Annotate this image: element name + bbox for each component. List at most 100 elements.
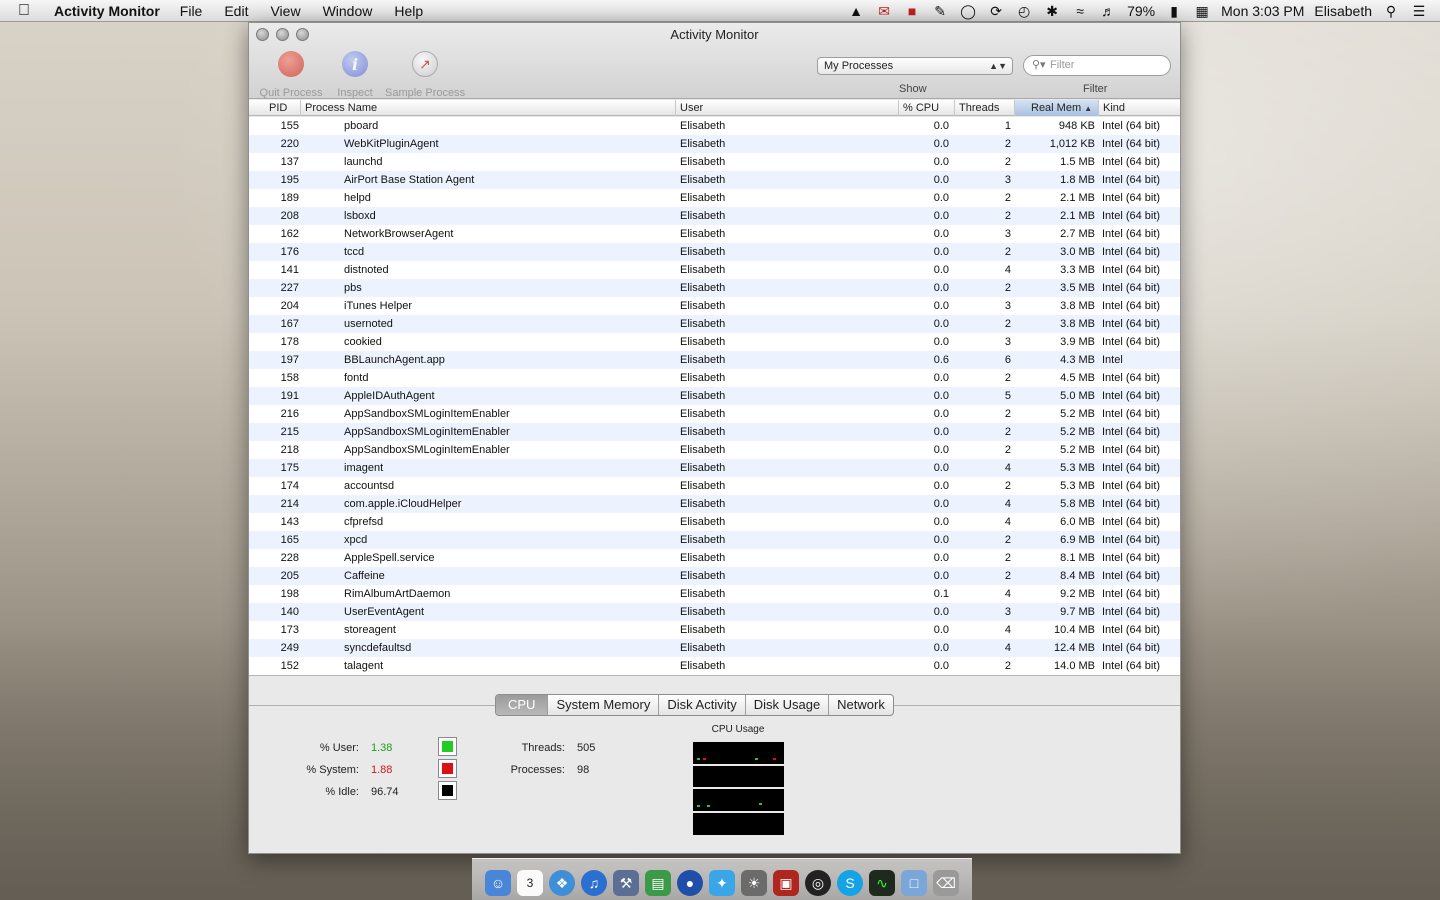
graph-mark [755, 758, 758, 760]
activity-monitor-icon[interactable]: ∿ [869, 870, 895, 896]
table-row[interactable]: 141 distnoted Elisabeth 0.0 4 3.3 MB Intel (64… [249, 261, 1180, 279]
menu-edit[interactable]: Edit [224, 3, 248, 19]
table-row[interactable]: 220 WebKitPluginAgent Elisabeth 0.0 2 1,012 K… [249, 135, 1180, 153]
google-drive-icon[interactable]: ▲ [847, 3, 865, 19]
notification-center-icon[interactable]: ☰ [1410, 3, 1428, 20]
table-row[interactable]: 173 storeagent Elisabeth 0.0 4 10.4 MB Intel (… [249, 621, 1180, 639]
notes-icon[interactable]: ✎ [931, 3, 949, 20]
system-color-swatch[interactable] [438, 759, 457, 778]
cell-pid: 158 [280, 372, 299, 384]
photo-booth-icon[interactable]: ▣ [773, 870, 799, 896]
sample-process-button[interactable]: ↗ Sample Process [385, 51, 465, 99]
xcode-icon[interactable]: ⚒ [613, 870, 639, 896]
sync-icon[interactable]: ⟳ [987, 3, 1005, 20]
cell-kind: Intel (64 bit) [1102, 552, 1161, 564]
table-row[interactable]: 174 accountsd Elisabeth 0.0 2 5.3 MB Intel (64… [249, 477, 1180, 495]
filter-input[interactable]: ⚲▾ Filter [1023, 55, 1171, 76]
wifi-icon[interactable]: ≈ [1071, 3, 1089, 19]
tab-network[interactable]: Network [829, 695, 893, 715]
column-user[interactable]: User [676, 100, 899, 116]
menu-help[interactable]: Help [394, 3, 423, 19]
cell-kind: Intel (64 bit) [1102, 534, 1161, 546]
menu-view[interactable]: View [270, 3, 300, 19]
table-row[interactable]: 198 RimAlbumArtDaemon Elisabeth 0.1 4 9.2 MB I… [249, 585, 1180, 603]
menu-app-name[interactable]: Activity Monitor [54, 3, 160, 19]
table-row[interactable]: 162 NetworkBrowserAgent Elisabeth 0.0 3 2.7 M… [249, 225, 1180, 243]
cell-process-name: pboard [344, 120, 379, 132]
table-row[interactable]: 152 talagent Elisabeth 0.0 2 14.0 MB Intel (64… [249, 657, 1180, 675]
tab-cpu[interactable]: CPU [496, 695, 549, 715]
table-row[interactable]: 167 usernoted Elisabeth 0.0 2 3.8 MB Intel (64… [249, 315, 1180, 333]
table-row[interactable]: 143 cfprefsd Elisabeth 0.0 4 6.0 MB Intel (64 … [249, 513, 1180, 531]
cell-real-mem: 5.2 MB [1060, 444, 1095, 456]
column-kind[interactable]: Kind [1099, 100, 1180, 116]
table-row[interactable]: 175 imagent Elisabeth 0.0 4 5.3 MB Intel (64 b… [249, 459, 1180, 477]
battery-percent[interactable]: 79% [1127, 3, 1155, 19]
drive-icon[interactable]: ◯ [959, 3, 977, 20]
user-color-swatch[interactable] [438, 737, 457, 756]
show-processes-select[interactable]: My Processes ▲▼ [817, 57, 1013, 75]
idle-color-swatch[interactable] [438, 781, 457, 800]
tab-disk-activity[interactable]: Disk Activity [659, 695, 746, 715]
table-row[interactable]: 197 BBLaunchAgent.app Elisabeth 0.6 6 4.3 MB I… [249, 351, 1180, 369]
tab-disk-usage[interactable]: Disk Usage [746, 695, 830, 715]
cell-kind: Intel (64 bit) [1102, 660, 1161, 672]
trash-icon[interactable]: ⌫ [933, 870, 959, 896]
table-row[interactable]: 218 AppSandboxSMLoginItemEnabler Elisabeth… [249, 441, 1180, 459]
column-pid[interactable]: PID [249, 100, 301, 116]
table-row[interactable]: 158 fontd Elisabeth 0.0 2 4.5 MB Intel (64 bit… [249, 369, 1180, 387]
bluetooth-icon[interactable]: ✱ [1043, 3, 1061, 20]
calendar-icon[interactable]: 3 [517, 870, 543, 896]
menu-user[interactable]: Elisabeth [1314, 3, 1372, 19]
safari-icon[interactable]: ❖ [549, 870, 575, 896]
table-row[interactable]: 155 pboard Elisabeth 0.0 1 948 KB Intel (64 bi… [249, 117, 1180, 135]
cell-real-mem: 5.8 MB [1060, 498, 1095, 510]
table-row[interactable]: 214 com.apple.iCloudHelper Elisabeth 0.0 4 5.… [249, 495, 1180, 513]
column-threads[interactable]: Threads [955, 100, 1015, 116]
table-row[interactable]: 208 lsboxd Elisabeth 0.0 2 2.1 MB Intel (64 bi… [249, 207, 1180, 225]
skype-icon[interactable]: S [837, 870, 863, 896]
cell-process-name: NetworkBrowserAgent [344, 228, 454, 240]
table-row[interactable]: 215 AppSandboxSMLoginItemEnabler Elisabeth… [249, 423, 1180, 441]
numbers-icon[interactable]: ▤ [645, 870, 671, 896]
menu-window[interactable]: Window [323, 3, 373, 19]
column-process-name[interactable]: Process Name [301, 100, 676, 116]
table-row[interactable]: 140 UserEventAgent Elisabeth 0.0 3 9.7 MB Inte… [249, 603, 1180, 621]
cell-kind: Intel (64 bit) [1102, 642, 1161, 654]
table-row[interactable]: 191 AppleIDAuthAgent Elisabeth 0.0 5 5.0 MB In… [249, 387, 1180, 405]
aperture-icon[interactable]: ◎ [805, 870, 831, 896]
table-row[interactable]: 189 helpd Elisabeth 0.0 2 2.1 MB Intel (64 bit… [249, 189, 1180, 207]
inspect-button[interactable]: i Inspect [315, 51, 395, 99]
table-row[interactable]: 165 xpcd Elisabeth 0.0 2 6.9 MB Intel (64 bit) [249, 531, 1180, 549]
folder-icon[interactable]: □ [901, 870, 927, 896]
table-row[interactable]: 216 AppSandboxSMLoginItemEnabler Elisabeth… [249, 405, 1180, 423]
itunes-icon[interactable]: ♫ [581, 870, 607, 896]
volume-icon[interactable]: ♬ [1099, 3, 1117, 19]
calendar-menu-icon[interactable]: ▦ [1193, 3, 1211, 20]
table-row[interactable]: 178 cookied Elisabeth 0.0 3 3.9 MB Intel (64 b… [249, 333, 1180, 351]
table-row[interactable]: 204 iTunes Helper Elisabeth 0.0 3 3.8 MB Intel… [249, 297, 1180, 315]
notification-icon[interactable]: ■ [903, 3, 921, 19]
table-row[interactable]: 205 Caffeine Elisabeth 0.0 2 8.4 MB Intel (64 … [249, 567, 1180, 585]
time-machine-icon[interactable]: ◴ [1015, 3, 1033, 20]
finder-icon[interactable]: ☺ [485, 870, 511, 896]
apple-menu-icon[interactable]:  [18, 2, 38, 20]
table-row[interactable]: 249 syncdefaultsd Elisabeth 0.0 4 12.4 MB Inte… [249, 639, 1180, 657]
browser-icon[interactable]: ● [677, 870, 703, 896]
menu-file[interactable]: File [180, 3, 203, 19]
table-row[interactable]: 195 AirPort Base Station Agent Elisabeth 0.… [249, 171, 1180, 189]
inspect-label: Inspect [337, 87, 373, 99]
column-real-mem[interactable]: Real Mem ▲ [1015, 100, 1099, 116]
twitter-icon[interactable]: ✦ [709, 870, 735, 896]
table-row[interactable]: 137 launchd Elisabeth 0.0 2 1.5 MB Intel (64 b… [249, 153, 1180, 171]
column-cpu[interactable]: % CPU [899, 100, 955, 116]
menu-clock[interactable]: Mon 3:03 PM [1221, 3, 1304, 19]
iphoto-icon[interactable]: ☀ [741, 870, 767, 896]
table-row[interactable]: 228 AppleSpell.service Elisabeth 0.0 2 8.1 MB… [249, 549, 1180, 567]
spotlight-icon[interactable]: ⚲ [1382, 3, 1400, 20]
mail-icon[interactable]: ✉ [875, 3, 893, 20]
tab-system-memory[interactable]: System Memory [548, 695, 660, 715]
table-row[interactable]: 176 tccd Elisabeth 0.0 2 3.0 MB Intel (64 bit) [249, 243, 1180, 261]
battery-icon[interactable]: ▮ [1165, 3, 1183, 20]
table-row[interactable]: 227 pbs Elisabeth 0.0 2 3.5 MB Intel (64 bit) [249, 279, 1180, 297]
